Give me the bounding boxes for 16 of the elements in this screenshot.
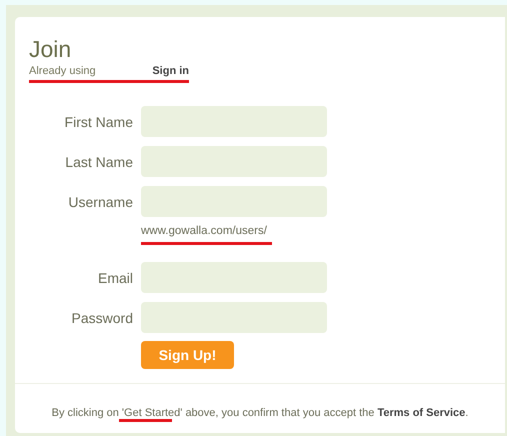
field-label: Username [67,194,134,210]
input-field[interactable] [141,262,327,293]
already-using-text: Already using [29,65,96,77]
input-field[interactable] [141,106,327,137]
field-label: Last Name [64,154,134,170]
sign-in-link[interactable]: Sign in [152,65,189,77]
underline-mark [119,419,172,422]
profile-url-hint: www.gowalla.com/users/ [141,225,267,237]
input-field[interactable] [141,186,327,217]
field-label: Password [70,310,134,326]
field-label: First Name [64,114,134,130]
input-field[interactable] [141,302,327,333]
input-field[interactable] [141,146,327,177]
terms-notice: By clicking on 'Get Started' above, you confirm that you accept the Terms of Service. [52,407,468,419]
field-label: Email [96,270,134,286]
page-title: Join [29,35,72,63]
